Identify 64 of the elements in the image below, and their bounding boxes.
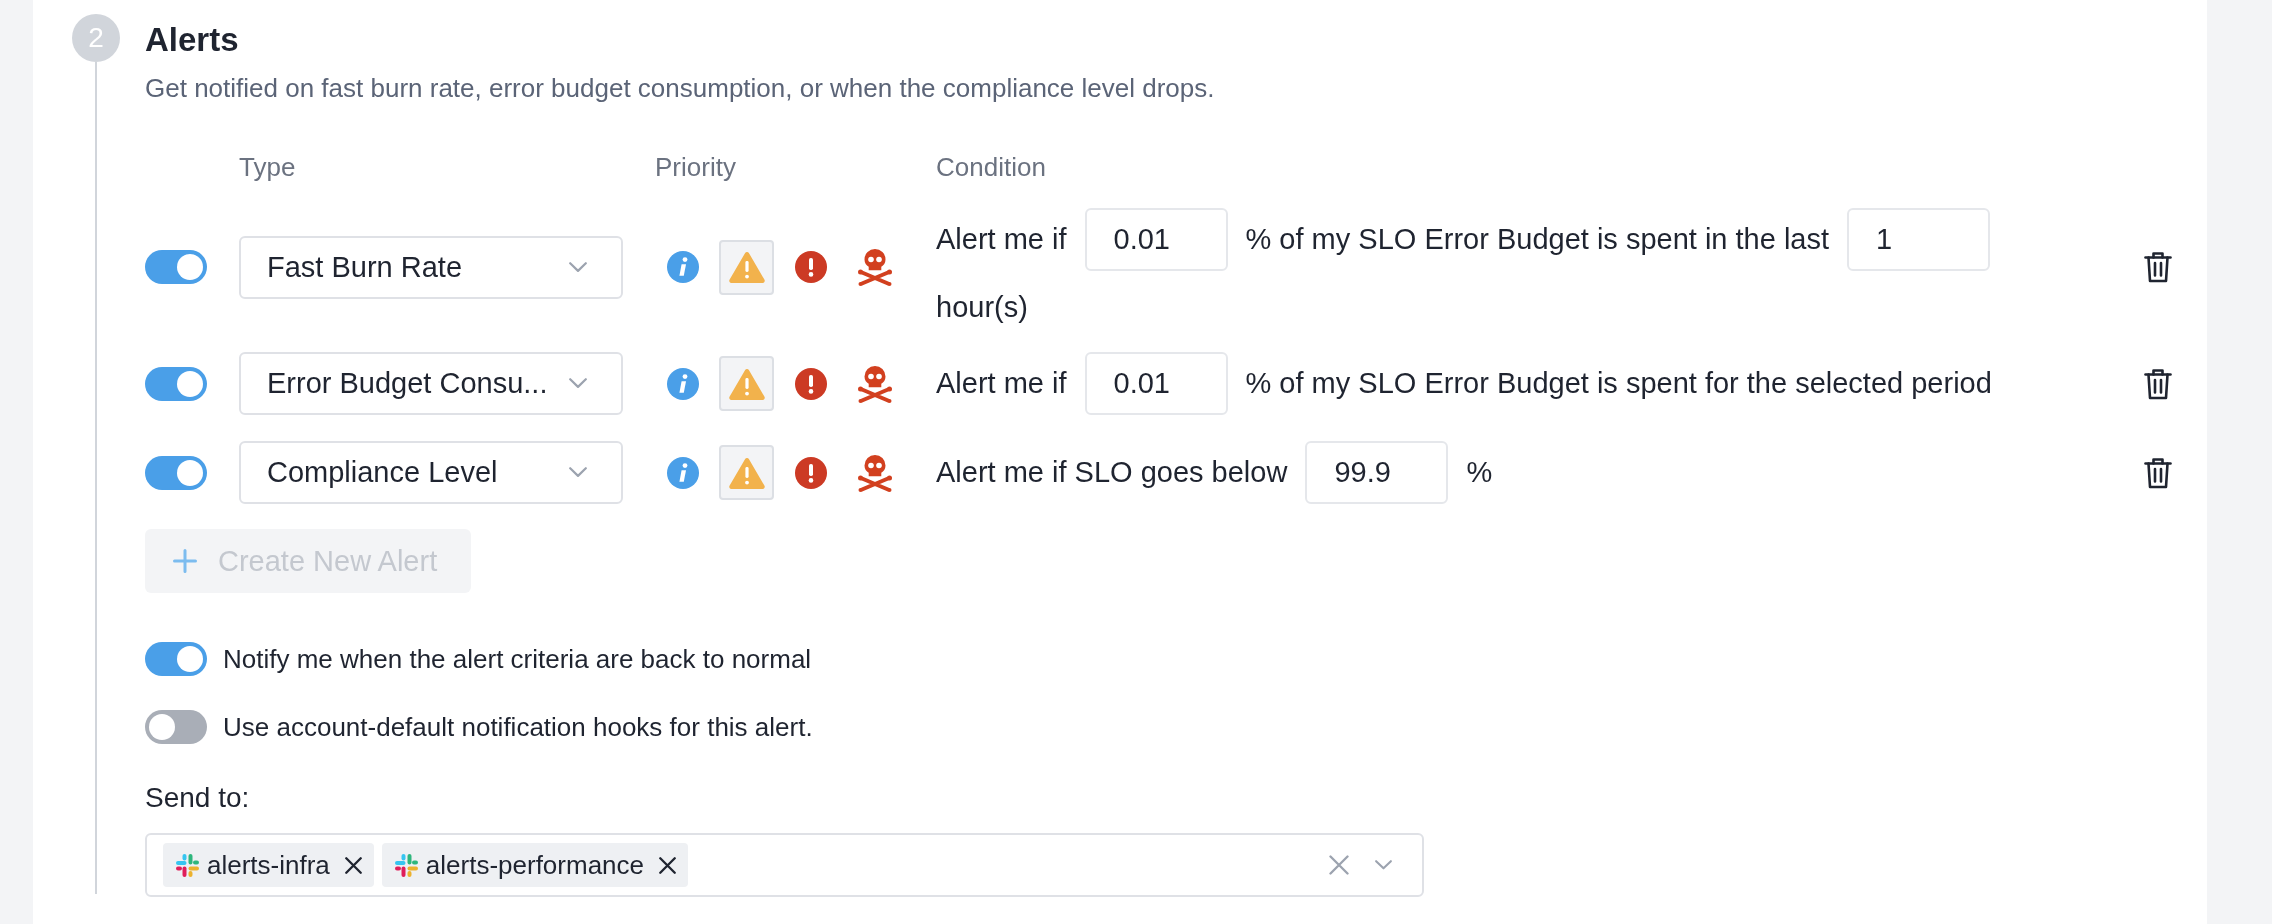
condition-text: % of my SLO Error Budget is spent for the selected period bbox=[1245, 366, 1992, 401]
skull-crossbones-icon bbox=[856, 248, 893, 286]
trash-icon[interactable] bbox=[2144, 456, 2172, 489]
priority-button[interactable] bbox=[794, 251, 827, 283]
condition-text: hour(s) bbox=[936, 290, 1028, 325]
trash-icon[interactable] bbox=[2144, 367, 2172, 400]
column-header: Priority bbox=[655, 151, 736, 184]
warning-triangle-icon bbox=[728, 367, 765, 400]
toggle-switch[interactable] bbox=[145, 366, 207, 401]
column-header: Condition bbox=[936, 151, 1046, 184]
number-input[interactable]: 0.01 bbox=[1084, 352, 1228, 415]
remove-icon[interactable] bbox=[344, 856, 362, 874]
section-title: Alerts bbox=[145, 20, 239, 60]
toggle-switch[interactable] bbox=[145, 455, 207, 490]
clear-icon[interactable] bbox=[1329, 855, 1349, 875]
condition-text: Alert me if bbox=[936, 366, 1067, 401]
chevron-down-icon bbox=[569, 467, 587, 478]
trash-icon[interactable] bbox=[2144, 251, 2172, 283]
priority-button[interactable] bbox=[794, 367, 827, 400]
hash-logo-icon bbox=[393, 852, 419, 878]
column-header: Type bbox=[239, 151, 296, 184]
type-select[interactable]: Compliance Level bbox=[239, 441, 623, 504]
priority-button[interactable] bbox=[666, 367, 699, 400]
priority-button[interactable] bbox=[856, 248, 893, 286]
toggle-switch[interactable] bbox=[145, 250, 207, 284]
exclamation-circle-icon bbox=[794, 367, 827, 400]
info-icon bbox=[666, 251, 699, 283]
chevron-down-icon bbox=[569, 378, 587, 389]
recipients-field[interactable]: alerts-infra alerts-performance bbox=[145, 833, 1424, 897]
priority-button[interactable] bbox=[856, 453, 893, 492]
hash-logo-icon bbox=[175, 852, 200, 878]
toggle-switch[interactable] bbox=[145, 642, 207, 676]
option-label: Use account-default notification hooks for this alert. bbox=[223, 711, 813, 744]
type-select[interactable]: Fast Burn Rate bbox=[239, 235, 623, 299]
tag-label: alerts-performance bbox=[425, 849, 645, 882]
priority-button[interactable] bbox=[794, 456, 827, 489]
number-input[interactable]: 0.01 bbox=[1084, 208, 1228, 271]
condition-text: % bbox=[1466, 455, 1493, 490]
skull-crossbones-icon bbox=[856, 364, 893, 403]
exclamation-circle-icon bbox=[794, 251, 827, 283]
type-select[interactable]: Error Budget Consu... bbox=[239, 352, 623, 415]
info-icon bbox=[666, 456, 699, 489]
priority-button[interactable] bbox=[856, 364, 893, 403]
field-label: Send to: bbox=[145, 781, 250, 815]
section-description: Get notified on fast burn rate, error budget consumption, or when the compliance level drops. bbox=[145, 72, 1215, 105]
priority-button[interactable] bbox=[666, 456, 699, 489]
condition-text: % of my SLO Error Budget is spent in the last bbox=[1245, 222, 1829, 257]
toggle-switch[interactable] bbox=[145, 710, 207, 744]
warning-triangle-icon bbox=[728, 251, 765, 283]
info-icon bbox=[666, 367, 699, 400]
chevron-down-icon[interactable] bbox=[1375, 860, 1392, 870]
condition-text: Alert me if bbox=[936, 222, 1067, 257]
priority-button[interactable] bbox=[666, 251, 699, 283]
number-input[interactable]: 1 bbox=[1847, 208, 1990, 271]
option-label: Notify me when the alert criteria are back to normal bbox=[223, 643, 812, 676]
warning-triangle-icon bbox=[728, 456, 765, 489]
tag-label: alerts-infra bbox=[207, 849, 330, 882]
plus-icon bbox=[173, 549, 197, 573]
chevron-down-icon bbox=[569, 261, 587, 273]
exclamation-circle-icon bbox=[794, 456, 827, 489]
number-input[interactable]: 99.9 bbox=[1305, 441, 1449, 504]
remove-icon[interactable] bbox=[659, 856, 677, 874]
skull-crossbones-icon bbox=[856, 453, 893, 492]
condition-text: Alert me if SLO goes below bbox=[936, 455, 1288, 490]
